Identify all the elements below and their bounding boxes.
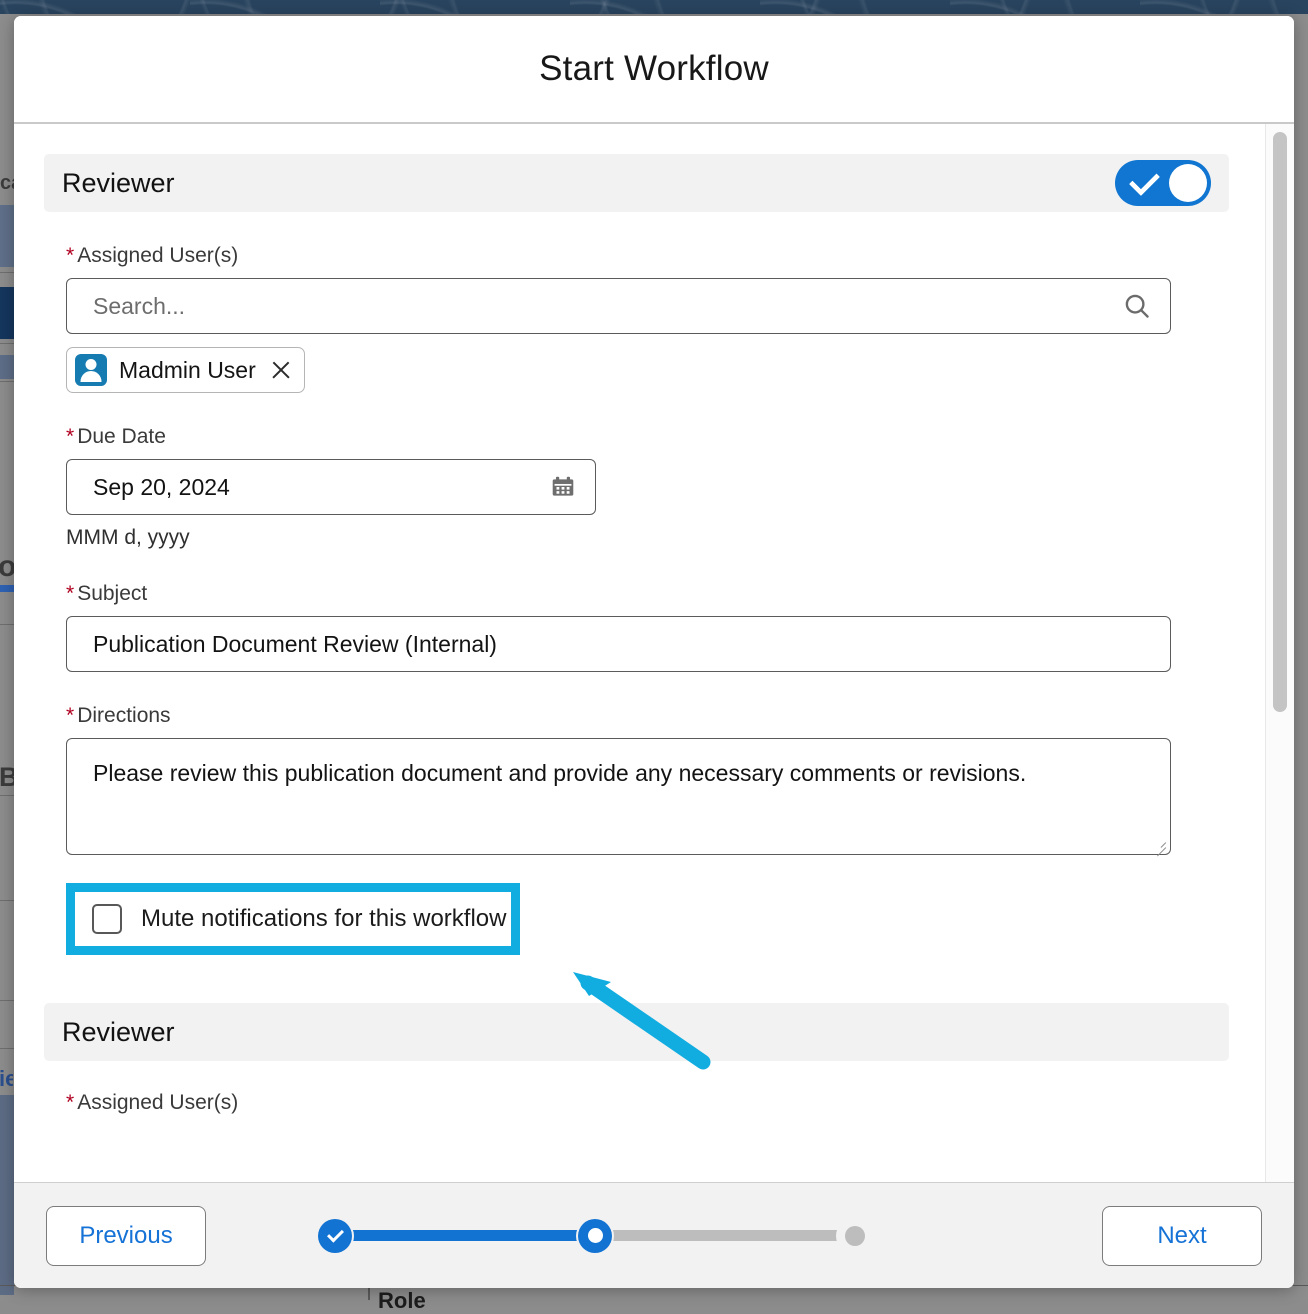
- section-title: Reviewer: [62, 167, 175, 198]
- previous-button[interactable]: Previous: [46, 1205, 206, 1266]
- modal-title: Start Workflow: [539, 49, 769, 88]
- section-title: Reviewer: [62, 1016, 175, 1047]
- reviewer-fields-1: * Assigned User(s) Search... Madmin User…: [14, 244, 1259, 955]
- user-avatar-icon: [75, 354, 107, 386]
- reviewer-fields-2: * Assigned User(s): [14, 1091, 1259, 1115]
- assigned-users-search-input[interactable]: Search...: [66, 278, 1171, 334]
- modal-body: Reviewer * Assigned User(s) Search... Ma…: [14, 124, 1294, 1182]
- backdrop-text-fragment: ie: [0, 1066, 13, 1091]
- workflow-step-indicator: [206, 1216, 1102, 1255]
- step-connector-1: [351, 1230, 579, 1241]
- app-topbar-banner: [0, 0, 1308, 14]
- search-input-placeholder: Search...: [93, 292, 186, 319]
- next-button[interactable]: Next: [1102, 1205, 1262, 1266]
- subject-label: * Subject: [66, 582, 148, 605]
- required-marker: *: [66, 582, 75, 605]
- mute-notifications-row[interactable]: Mute notifications for this workflow: [66, 883, 520, 955]
- subject-input[interactable]: Publication Document Review (Internal): [66, 616, 1171, 672]
- directions-label: * Directions: [66, 704, 171, 727]
- assigned-users-label: * Assigned User(s): [66, 1091, 239, 1114]
- check-icon: [1128, 164, 1161, 197]
- modal-scroll-content: Reviewer * Assigned User(s) Search... Ma…: [14, 124, 1259, 1125]
- backdrop-text-fragment: Role: [378, 1288, 426, 1313]
- close-icon[interactable]: [270, 359, 292, 381]
- directions-textarea[interactable]: Please review this publication document …: [66, 738, 1171, 857]
- modal-header: Start Workflow: [14, 16, 1294, 124]
- due-date-value: Sep 20, 2024: [93, 473, 230, 500]
- step-indicator-3-pending[interactable]: [836, 1216, 874, 1255]
- modal-scrollbar-thumb[interactable]: [1273, 132, 1287, 712]
- modal-footer: Previous Next: [14, 1182, 1294, 1288]
- due-date-input[interactable]: Sep 20, 2024: [66, 459, 596, 515]
- section-header-reviewer-1: Reviewer: [44, 154, 1229, 212]
- required-marker: *: [66, 244, 75, 267]
- mute-notifications-label: Mute notifications for this workflow: [141, 905, 507, 932]
- due-date-label: * Due Date: [66, 425, 166, 448]
- directions-value: Please review this publication document …: [93, 760, 1027, 786]
- mute-notifications-highlight-group: Mute notifications for this workflow: [66, 883, 521, 955]
- assigned-users-label: * Assigned User(s): [66, 244, 239, 267]
- backdrop-text-fragment: Ba: [0, 762, 15, 792]
- required-marker: *: [66, 425, 75, 448]
- calendar-icon[interactable]: [531, 460, 595, 514]
- backdrop-strip: [0, 1095, 14, 1295]
- due-date-format-hint: MMM d, yyyy: [66, 526, 190, 549]
- step-indicator-1-complete[interactable]: [316, 1216, 354, 1255]
- search-icon[interactable]: [1104, 279, 1170, 333]
- step-indicator-2-current[interactable]: [576, 1216, 614, 1255]
- subject-value: Publication Document Review (Internal): [93, 630, 497, 657]
- backdrop-divider: [368, 1286, 370, 1300]
- section-header-reviewer-2: Reviewer: [44, 1003, 1229, 1061]
- required-marker: *: [66, 704, 75, 727]
- assigned-user-chip[interactable]: Madmin User: [66, 347, 305, 393]
- mute-notifications-checkbox[interactable]: [92, 904, 122, 934]
- start-workflow-modal: Start Workflow Reviewer * Assigned User(s…: [14, 16, 1294, 1288]
- toggle-knob: [1169, 164, 1207, 202]
- modal-scrollbar-track[interactable]: [1265, 124, 1294, 1182]
- assigned-user-name: Madmin User: [119, 356, 256, 383]
- resize-handle-icon[interactable]: [1153, 837, 1167, 857]
- reviewer-enable-toggle[interactable]: [1115, 160, 1211, 206]
- required-marker: *: [66, 1091, 75, 1114]
- step-connector-2: [611, 1230, 839, 1241]
